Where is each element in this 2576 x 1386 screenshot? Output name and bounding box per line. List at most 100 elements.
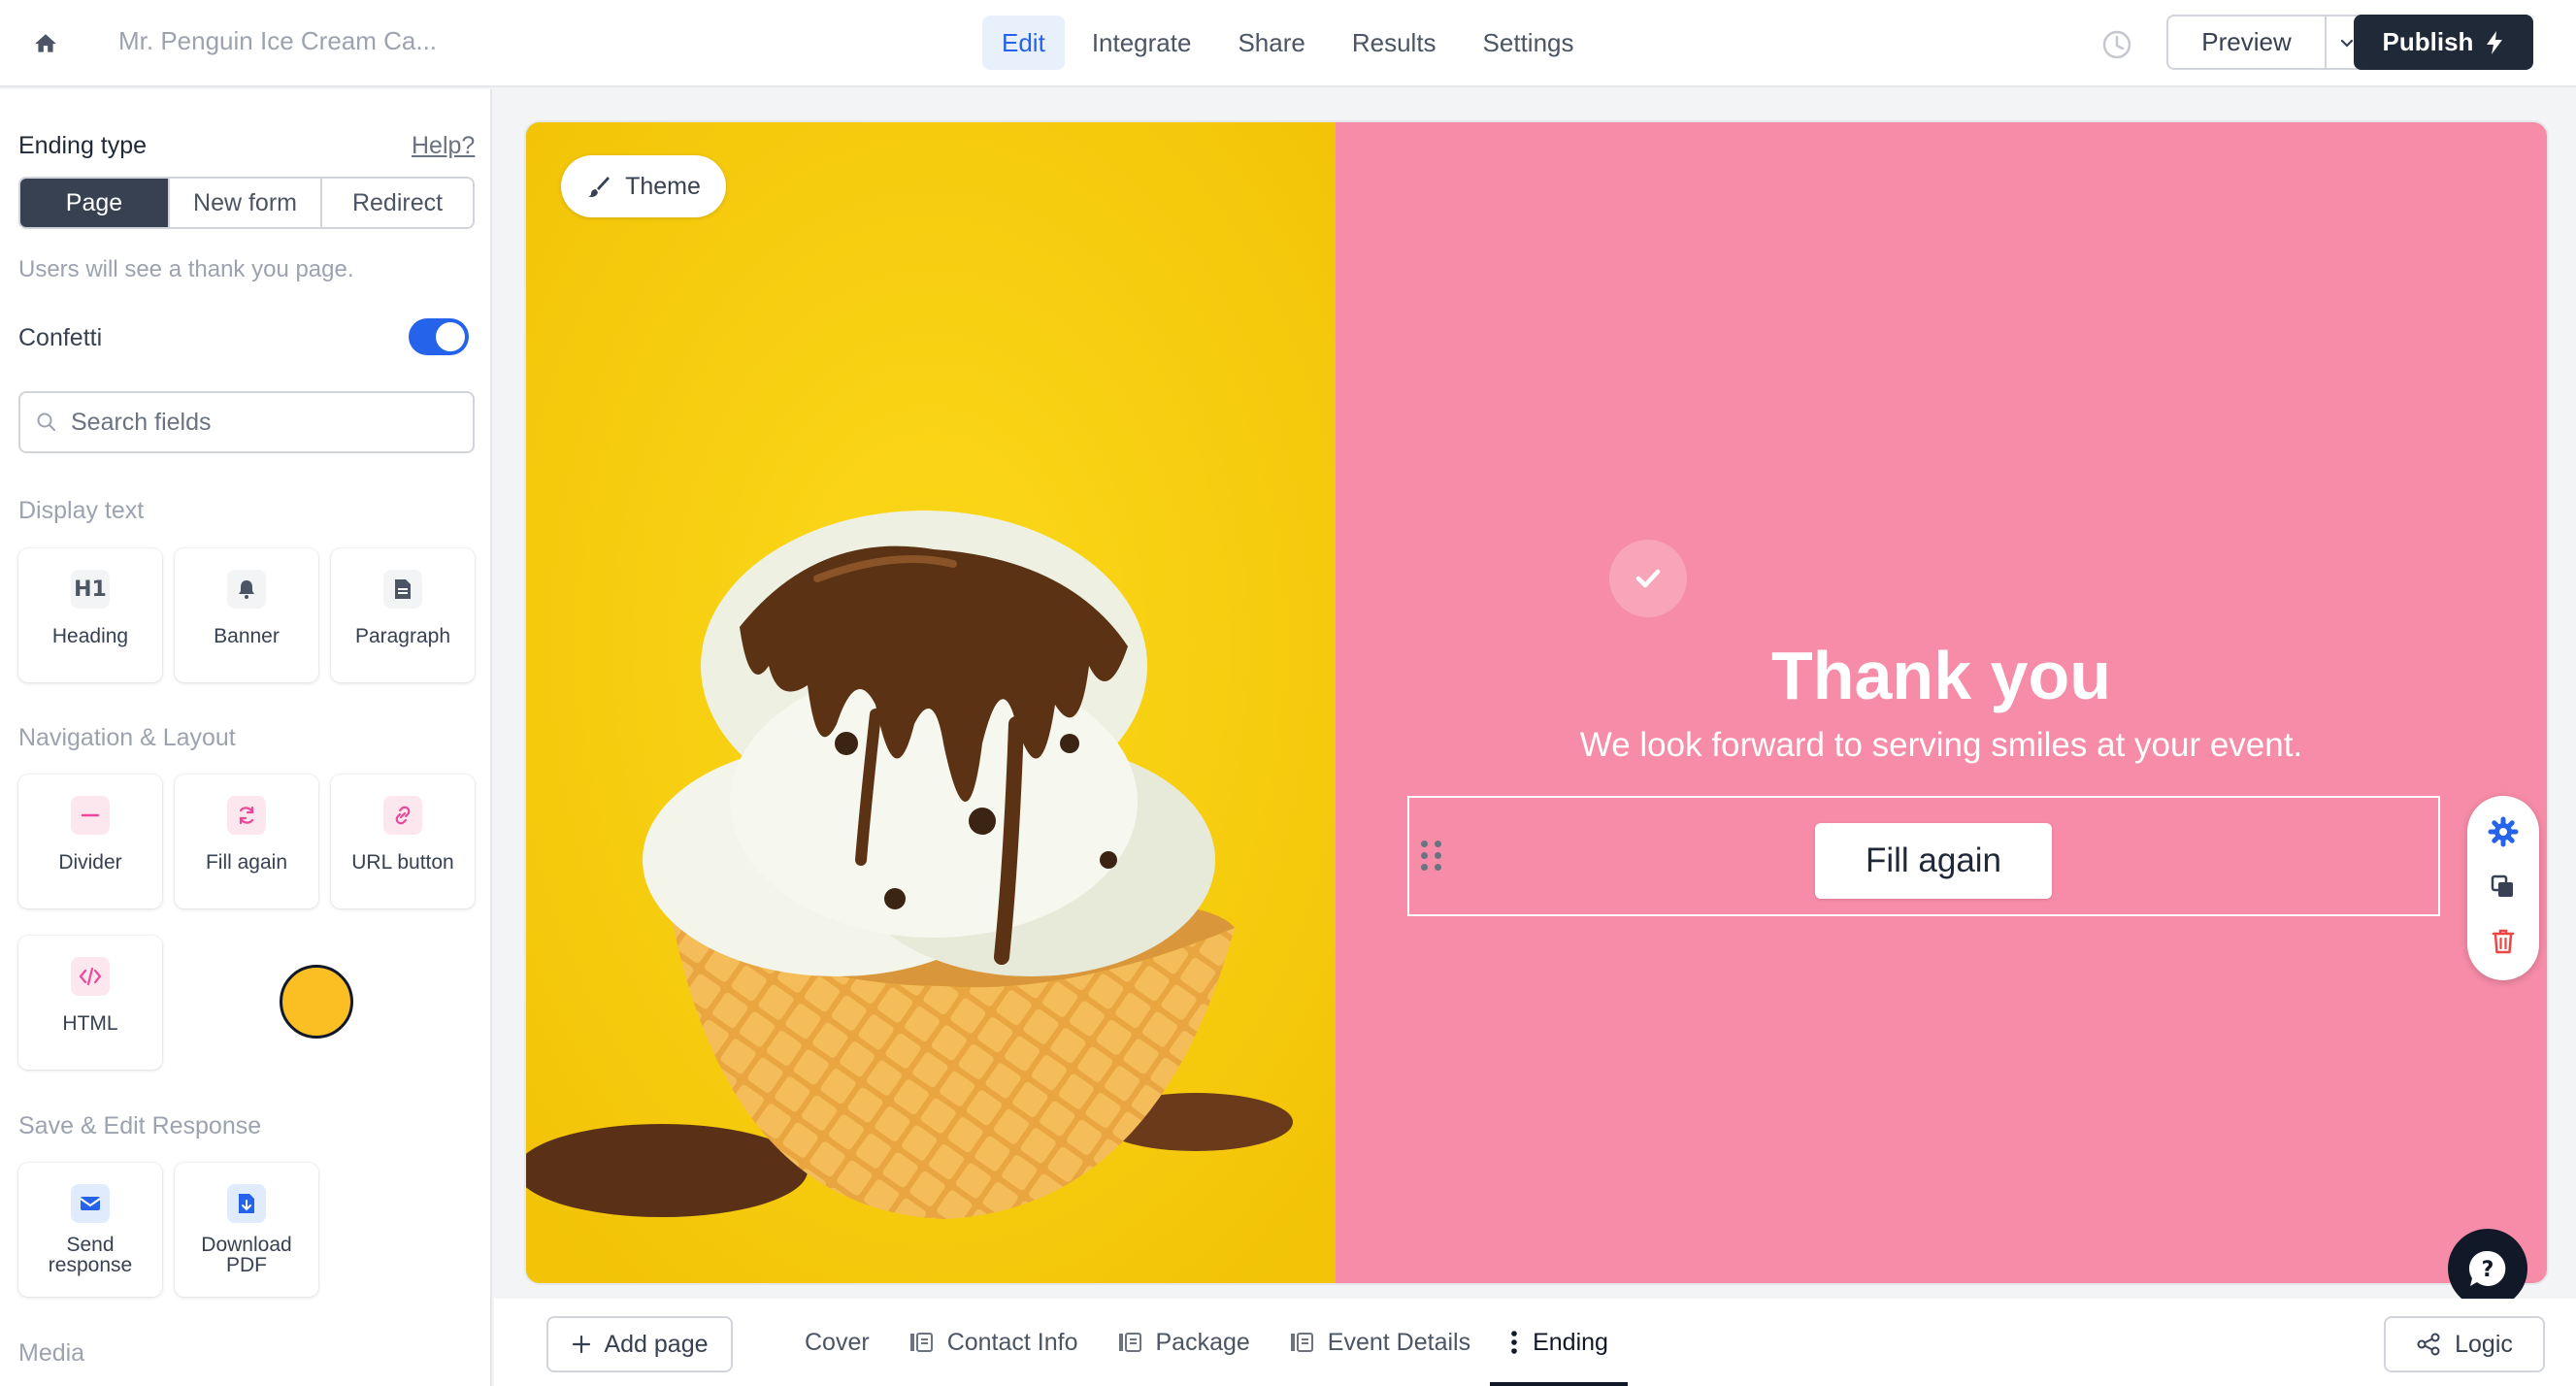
home-icon [35,34,56,52]
top-bar: Mr. Penguin Ice Cream Ca... Edit Integra… [0,0,2576,87]
share-nodes-icon [2417,1333,2440,1356]
drag-handle-icon[interactable] [1421,841,1442,872]
add-page-label: Add page [604,1330,709,1358]
field-download-pdf[interactable]: Download PDF [175,1163,318,1297]
search-fields [18,391,475,453]
ending-option-redirect[interactable]: Redirect [322,179,473,227]
ending-description: Users will see a thank you page. [18,256,354,282]
field-url-button[interactable]: URL button [331,775,475,908]
page-tab-label: Package [1155,1328,1250,1356]
logic-button[interactable]: Logic [2384,1316,2545,1372]
ending-option-new-form[interactable]: New form [170,179,322,227]
theme-button[interactable]: Theme [561,155,726,217]
gear-icon[interactable] [2488,816,2519,852]
nav-share[interactable]: Share [1218,16,1324,70]
field-label-line1: Download [201,1234,292,1256]
page-tab-package[interactable]: Package [1098,1299,1270,1386]
nav-settings[interactable]: Settings [1464,16,1594,70]
toggle-knob [436,322,465,351]
code-icon [71,957,110,996]
add-page-button[interactable]: Add page [546,1316,733,1372]
form-canvas: Theme Thank you We look forward to servi… [526,122,2547,1283]
field-label: Paragraph [354,625,451,647]
bell-icon [227,570,266,609]
field-label: Banner [214,625,280,647]
plus-icon [573,1335,591,1354]
page-tabs: Cover Contact Info Package Event Details… [785,1299,1628,1386]
ending-option-page[interactable]: Page [20,179,170,227]
form-page-icon [1290,1333,1313,1352]
nav-integrate[interactable]: Integrate [1073,16,1211,70]
form-title[interactable]: Mr. Penguin Ice Cream Ca... [118,26,437,56]
field-label-line2: response [48,1254,133,1276]
section-save-edit-response: Save & Edit Response [18,1112,262,1139]
page-tab-ending[interactable]: Ending [1490,1299,1628,1386]
duplicate-icon[interactable] [2489,873,2518,907]
help-link[interactable]: Help? [412,132,475,160]
search-icon [37,412,55,431]
field-label-line2: PDF [226,1254,267,1276]
main-nav: Edit Integrate Share Results Settings [982,16,1594,70]
publish-button[interactable]: Publish [2354,15,2533,70]
field-html[interactable]: HTML [18,936,162,1070]
ice-cream-image [526,122,1336,1283]
section-navigation-layout: Navigation & Layout [18,724,236,751]
mail-icon [71,1184,110,1223]
field-divider[interactable]: Divider [18,775,162,908]
confetti-toggle[interactable] [409,318,469,355]
cover-image-panel: Theme [526,122,1336,1283]
field-send-response[interactable]: Send response [18,1163,162,1297]
history-icon[interactable] [2097,25,2136,64]
heading-icon: H1 [71,570,110,609]
theme-label: Theme [625,172,701,200]
page-tab-label: Contact Info [946,1328,1078,1356]
page-tab-cover[interactable]: Cover [785,1299,889,1386]
field-label: Download PDF [201,1235,291,1275]
more-vertical-icon[interactable] [1509,1329,1519,1356]
form-page-icon [909,1333,933,1352]
field-label-line1: Send [66,1234,115,1256]
home-button[interactable] [25,23,66,64]
page-bar: Add page Cover Contact Info Package Even… [494,1299,2576,1386]
page-tab-contact-info[interactable]: Contact Info [889,1299,1098,1386]
field-heading[interactable]: H1 Heading [18,548,162,682]
lightning-icon [2487,30,2503,54]
check-icon [1609,540,1687,617]
field-label: URL button [351,851,454,874]
thank-you-subtitle[interactable]: We look forward to serving smiles at you… [1336,726,2547,765]
trash-icon[interactable] [2489,927,2518,961]
field-label: Send response [49,1235,132,1275]
ending-type-label: Ending type [18,132,148,159]
nav-edit[interactable]: Edit [982,16,1065,70]
logic-label: Logic [2455,1330,2513,1358]
help-chat-button[interactable]: ? [2448,1229,2527,1308]
page-tab-label: Event Details [1327,1328,1471,1356]
section-media: Media [18,1339,85,1367]
link-icon [383,796,422,835]
chevron-down-icon [2340,39,2353,48]
download-icon [227,1184,266,1223]
document-icon [383,570,422,609]
field-fill-again[interactable]: Fill again [175,775,318,908]
field-label: Divider [58,851,122,874]
nav-results[interactable]: Results [1333,16,1456,70]
search-input[interactable] [71,408,440,437]
page-tab-label: Ending [1533,1328,1608,1356]
preview-button[interactable]: Preview [2166,15,2327,70]
thank-you-heading[interactable]: Thank you [1336,637,2547,714]
confetti-label: Confetti [18,324,103,351]
field-banner[interactable]: Banner [175,548,318,682]
fill-again-button[interactable]: Fill again [1815,823,2052,899]
publish-label: Publish [2382,27,2474,56]
block-toolbar [2467,796,2539,980]
paintbrush-icon [588,177,611,197]
field-label: HTML [62,1012,118,1035]
svg-text:?: ? [2482,1258,2494,1282]
field-label: Fill again [205,851,288,874]
page-tab-event-details[interactable]: Event Details [1270,1299,1490,1386]
section-display-text: Display text [18,497,145,524]
field-label: Heading [51,625,129,647]
ending-type-selector: Page New form Redirect [18,177,475,229]
field-paragraph[interactable]: Paragraph [331,548,475,682]
divider-icon [71,796,110,835]
